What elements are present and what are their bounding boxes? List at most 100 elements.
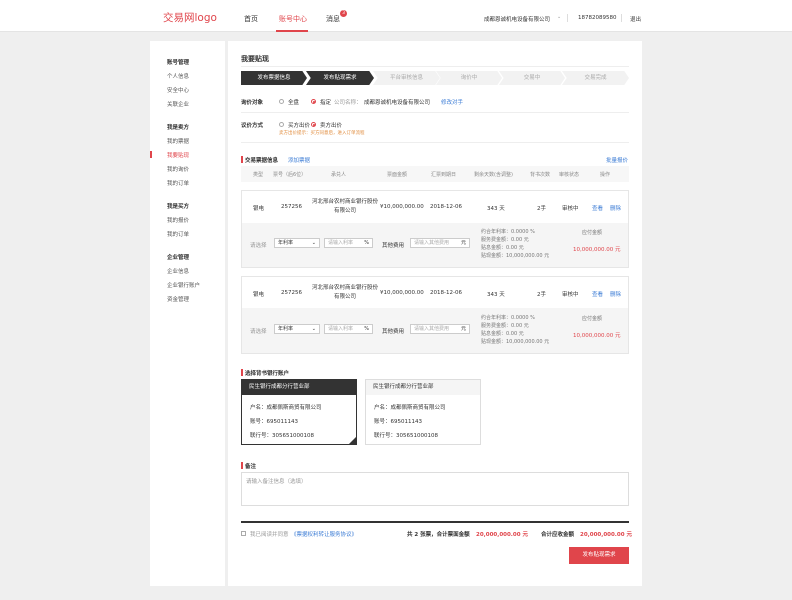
settle-value: 10,000,000.00 元	[573, 247, 621, 253]
sidebar-item-my-inquiries[interactable]: 我的询价	[167, 165, 189, 173]
view-link[interactable]: 查看	[592, 204, 603, 212]
step-4: 询价中	[436, 71, 502, 85]
chevron-down-icon: ⌄	[311, 326, 316, 332]
calc-annual-rate: 约合年利率：0.0000 %	[481, 315, 535, 321]
radio-seller-bid[interactable]	[311, 122, 316, 127]
percent-unit: %	[364, 326, 369, 332]
sidebar-group-seller: 我是卖方	[167, 125, 190, 131]
divider	[241, 66, 629, 67]
nav-messages[interactable]: 消息	[326, 14, 340, 24]
bill-remaining-days: 343 天	[487, 206, 505, 212]
bank-card-owner: 户名：成都佩斯商贸有限公司	[250, 405, 322, 411]
sidebar-group-enterprise: 企业管理	[167, 255, 190, 261]
col-type: 类型	[253, 172, 264, 178]
total-settle-label: 合计应收金额	[541, 532, 575, 538]
remark-placeholder: 请输入备注信息（选填）	[246, 479, 307, 485]
settle-value: 10,000,000.00 元	[573, 333, 621, 339]
col-actions: 操作	[600, 172, 611, 178]
total-face-value: 20,000,000.00 元	[476, 532, 528, 538]
method-hint: 卖方出价提示：买方同意后，进入订单流程	[279, 131, 365, 136]
step-3: 平台审核信息	[373, 71, 440, 85]
bank-card[interactable]: 民生银行成都分行营业部 户名：成都佩斯商贸有限公司 账号：695011143 联…	[365, 379, 481, 445]
sidebar-item-personal-info[interactable]: 个人信息	[167, 72, 189, 80]
agree-checkbox[interactable]	[241, 531, 246, 536]
other-fee-placeholder: 请输入其他费用	[414, 240, 450, 246]
company-name-label: 公司名称：	[334, 100, 362, 106]
calc-interest: 贴息金额：0.00 元	[481, 245, 524, 251]
remark-title: 备注	[245, 464, 257, 470]
section-marker	[241, 462, 243, 469]
delete-link[interactable]: 删除	[610, 290, 621, 298]
radio-specific-label[interactable]: 指定	[320, 98, 331, 106]
calc-service-fee: 服务费金额：0.00 元	[481, 237, 529, 243]
rate-type-select[interactable]: 年利率 ⌄	[274, 238, 320, 248]
batch-quote-link[interactable]: 批量报价	[606, 156, 628, 164]
bill-due-date: 2018-12-06	[430, 290, 462, 296]
remark-textarea[interactable]: 请输入备注信息（选填）	[241, 472, 629, 506]
submit-discount-button[interactable]: 发布贴现需求	[569, 547, 629, 564]
radio-all[interactable]	[279, 99, 284, 104]
company-switcher[interactable]: 成都恩诚机电设备有限公司	[484, 15, 550, 23]
bill-amount: ¥10,000,000.00	[380, 290, 424, 296]
logo[interactable]: 交易网logo	[163, 10, 217, 25]
target-label: 询价对象	[241, 100, 264, 106]
select-label: 请选择	[250, 243, 267, 249]
sidebar-item-my-orders-buyer[interactable]: 我的订单	[167, 230, 189, 238]
radio-buyer-bid[interactable]	[279, 122, 284, 127]
other-fee-placeholder: 请输入其他费用	[414, 326, 450, 332]
sidebar-item-funds[interactable]: 资金管理	[167, 295, 189, 303]
bank-card-selected[interactable]: 民生银行成都分行营业部 户名：成都佩斯商贸有限公司 账号：695011143 联…	[241, 379, 357, 445]
percent-unit: %	[364, 240, 369, 246]
view-link[interactable]: 查看	[592, 290, 603, 298]
bill-acceptor: 河北邢台农村商业银行股份有限公司	[312, 199, 379, 214]
sidebar-item-discount[interactable]: 我要贴现	[167, 151, 189, 159]
sidebar-item-security[interactable]: 安全中心	[167, 86, 189, 94]
rate-type-value: 年利率	[278, 326, 294, 332]
sidebar-group-buyer: 我是买方	[167, 204, 190, 210]
step-1: 发布票据信息	[241, 71, 307, 85]
bank-card-account: 账号：695011143	[250, 419, 298, 425]
rate-input[interactable]: 请输入利率%	[324, 238, 373, 248]
delete-link[interactable]: 删除	[610, 204, 621, 212]
page-title: 我要贴现	[241, 55, 269, 63]
message-badge: 3	[340, 10, 347, 17]
divider	[621, 14, 622, 22]
add-bill-link[interactable]: 添加票据	[288, 156, 310, 164]
col-acceptor: 承兑人	[331, 172, 347, 178]
modify-counterparty-link[interactable]: 修改对手	[441, 98, 463, 106]
rate-input[interactable]: 请输入利率%	[324, 324, 373, 334]
sidebar-item-my-quotes[interactable]: 我的报价	[167, 216, 189, 224]
logout-link[interactable]: 退出	[630, 15, 641, 23]
chevron-down-icon[interactable]: ⌄	[557, 14, 561, 20]
bank-card-line-no: 联行号：305651000108	[374, 433, 438, 439]
selected-corner-icon	[349, 437, 356, 444]
bill-no: 257256	[281, 290, 302, 296]
sidebar-item-my-orders-seller[interactable]: 我的订单	[167, 179, 189, 187]
bill-review-status: 审核中	[562, 206, 579, 212]
protocol-link[interactable]: 《票据权利转让服务协议》	[291, 530, 357, 538]
sidebar-item-my-bills[interactable]: 我的票据	[167, 137, 189, 145]
step-2: 发布贴现需求	[306, 71, 374, 85]
other-fee-input[interactable]: 请输入其他费用 元	[410, 238, 470, 248]
sidebar-item-enterprise-info[interactable]: 企业信息	[167, 267, 189, 275]
sidebar-item-bank-accounts[interactable]: 企业银行账户	[167, 281, 200, 289]
chevron-down-icon: ⌄	[311, 240, 316, 246]
col-amount: 票面金额	[387, 172, 408, 178]
nav-home[interactable]: 首页	[244, 14, 258, 24]
bill-review-status: 审核中	[562, 292, 579, 298]
divider	[241, 112, 629, 113]
nav-account-center[interactable]: 账号中心	[279, 14, 307, 24]
radio-specific[interactable]	[311, 99, 316, 104]
agree-text: 我已阅读并同意	[250, 532, 289, 538]
other-fee-input[interactable]: 请输入其他费用 元	[410, 324, 470, 334]
radio-buyer-bid-label[interactable]: 买方出价	[288, 121, 310, 129]
bank-card-name: 民生银行成都分行营业部	[242, 380, 356, 395]
company-name-value: 成都恩诚机电设备有限公司	[364, 100, 431, 106]
rate-type-select[interactable]: 年利率 ⌄	[274, 324, 320, 334]
radio-seller-bid-label[interactable]: 卖方出价	[320, 121, 342, 129]
bill-type: 银电	[253, 206, 265, 212]
nav-active-underline	[276, 30, 308, 32]
calc-discount-amount: 贴现金额：10,000,000.00 元	[481, 339, 550, 345]
sidebar-item-related-companies[interactable]: 关联企业	[167, 100, 189, 108]
radio-all-label[interactable]: 全盘	[288, 98, 299, 106]
